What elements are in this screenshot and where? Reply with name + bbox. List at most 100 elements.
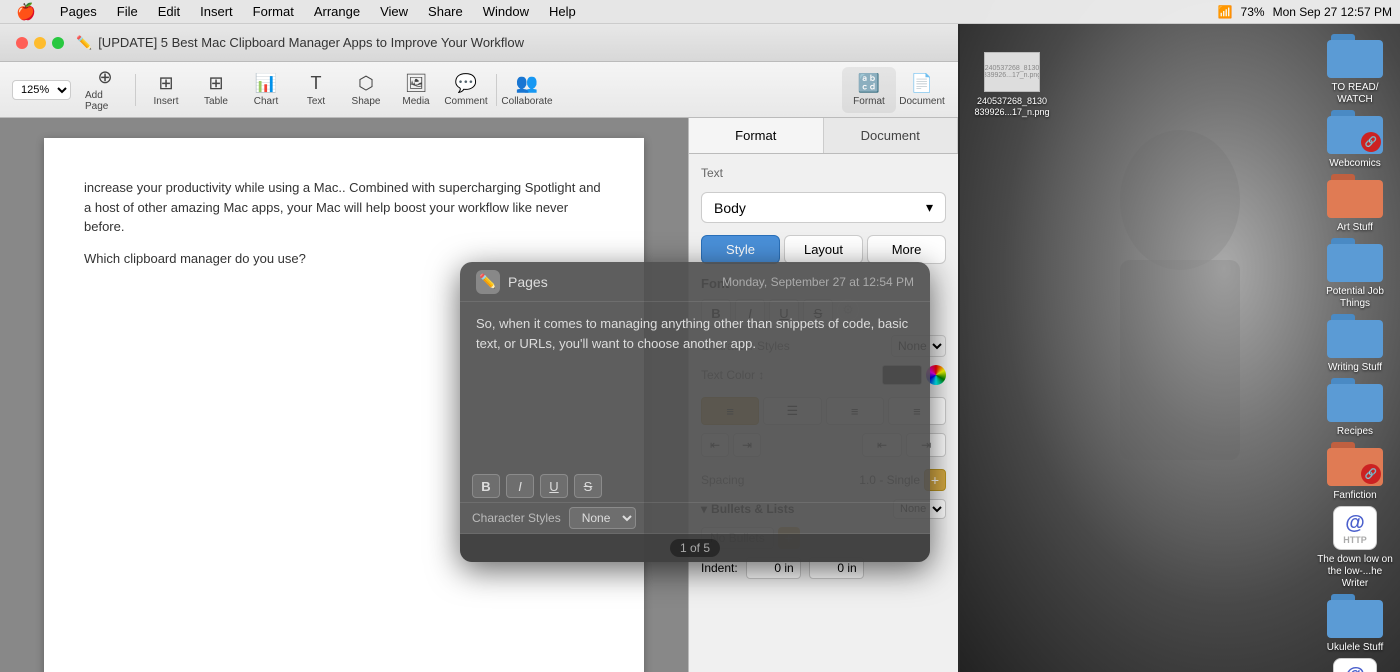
menubar: 🍎 Pages File Edit Insert Format Arrange … xyxy=(0,0,1400,24)
format-icon: 🔡 xyxy=(858,73,880,94)
folder-body xyxy=(1327,600,1383,638)
comment-button[interactable]: 💬 Comment xyxy=(442,67,490,113)
potential-job-things-label: Potential JobThings xyxy=(1326,286,1384,310)
text-button[interactable]: T Text xyxy=(292,67,340,113)
folder-body xyxy=(1327,384,1383,422)
folder-icon-to-read-watch xyxy=(1327,34,1383,78)
text-icon: T xyxy=(311,73,322,94)
folder-icon-fanfiction: 🔗 xyxy=(1327,442,1383,486)
menu-view[interactable]: View xyxy=(372,2,416,21)
popup-bold-button[interactable]: B xyxy=(472,474,500,498)
folder-icon-potential-job-things xyxy=(1327,238,1383,282)
menu-format[interactable]: Format xyxy=(245,2,302,21)
style-dropdown[interactable]: Body ▾ xyxy=(701,192,946,223)
desktop-icon-webcomics[interactable]: 🔗 Webcomics xyxy=(1315,110,1395,170)
folder-body xyxy=(1327,244,1383,282)
media-button[interactable]: 🖼 Media xyxy=(392,67,440,113)
desktop-icon-recipes[interactable]: Recipes xyxy=(1315,378,1395,438)
popup-underline-button[interactable]: U xyxy=(540,474,568,498)
doc-icon: ✏️ xyxy=(76,35,92,51)
writing-stuff-label: Writing Stuff xyxy=(1328,362,1382,374)
insert-button[interactable]: ⊞ Insert xyxy=(142,67,190,113)
insert-icon: ⊞ xyxy=(158,73,173,94)
minimize-button[interactable] xyxy=(34,37,46,49)
menu-help[interactable]: Help xyxy=(541,2,584,21)
page-indicator: 1 of 5 xyxy=(670,539,720,557)
menu-window[interactable]: Window xyxy=(475,2,537,21)
chart-button[interactable]: 📊 Chart xyxy=(242,67,290,113)
zoom-select[interactable]: 125% 100% 75% xyxy=(12,80,71,100)
folder-body xyxy=(1327,40,1383,78)
desktop-icon-image[interactable]: 240537268_8130 839926...17_n.png 2405372… xyxy=(972,52,1052,118)
toolbar-separator-1 xyxy=(135,74,136,106)
shape-icon: ⬡ xyxy=(358,73,374,94)
close-button[interactable] xyxy=(16,37,28,49)
popup-app-name: Pages xyxy=(508,274,548,290)
desktop-icon-to-read-watch[interactable]: TO READ/WATCH xyxy=(1315,34,1395,106)
panel-tabs: Format Document xyxy=(689,118,958,154)
apple-menu[interactable]: 🍎 xyxy=(8,0,44,24)
desktop-icons-left: 240537268_8130 839926...17_n.png 2405372… xyxy=(962,44,1062,126)
to-read-watch-label: TO READ/WATCH xyxy=(1331,82,1378,106)
chart-icon: 📊 xyxy=(255,73,277,94)
folder-body xyxy=(1327,180,1383,218)
shape-button[interactable]: ⬡ Shape xyxy=(342,67,390,113)
zoom-control: 125% 100% 75% xyxy=(12,80,71,100)
popup-app-icon: ✏️ xyxy=(476,270,500,294)
menu-insert[interactable]: Insert xyxy=(192,2,241,21)
desktop-icon-down-low-writer[interactable]: @ HTTP The down low on the low-...he Wri… xyxy=(1315,506,1395,590)
http-icon-down-low-writer: @ HTTP xyxy=(1333,506,1377,550)
tab-document[interactable]: Document xyxy=(824,118,959,153)
battery-level: 73% xyxy=(1241,5,1265,19)
style-tab-button[interactable]: Style xyxy=(701,235,780,264)
comment-icon: 💬 xyxy=(455,73,477,94)
popup-char-styles-select[interactable]: None xyxy=(569,507,636,529)
menu-edit[interactable]: Edit xyxy=(150,2,188,21)
menu-arrange[interactable]: Arrange xyxy=(306,2,368,21)
datetime: Mon Sep 27 12:57 PM xyxy=(1273,5,1392,19)
recipes-label: Recipes xyxy=(1337,426,1373,438)
ukulele-stuff-label: Ukulele Stuff xyxy=(1327,642,1384,654)
desktop-icon-ukulele-stuff[interactable]: Ukulele Stuff xyxy=(1315,594,1395,654)
menu-share[interactable]: Share xyxy=(420,2,471,21)
popup-date: Monday, September 27 at 12:54 PM xyxy=(722,275,914,289)
menu-pages[interactable]: Pages xyxy=(52,2,105,21)
table-button[interactable]: ⊞ Table xyxy=(192,67,240,113)
add-page-button[interactable]: ⊕ Add Page xyxy=(81,67,129,113)
menu-file[interactable]: File xyxy=(109,2,146,21)
desktop-icon-awp-guide[interactable]: @ HTTP AWP- Guide to Writing Programs xyxy=(1315,658,1395,672)
document-icon: 📄 xyxy=(911,73,933,94)
layout-tab-button[interactable]: Layout xyxy=(784,235,863,264)
window-title: ✏️ [UPDATE] 5 Best Mac Clipboard Manager… xyxy=(76,35,524,51)
art-stuff-label: Art Stuff xyxy=(1337,222,1373,234)
folder-icon-ukulele-stuff xyxy=(1327,594,1383,638)
desktop-icon-potential-job-things[interactable]: Potential JobThings xyxy=(1315,238,1395,310)
image-icon-label: 240537268_8130839926...17_n.png xyxy=(974,96,1049,118)
popup-footer: 1 of 5 xyxy=(460,534,930,562)
document-panel-button[interactable]: 📄 Document xyxy=(898,67,946,113)
table-icon: ⊞ xyxy=(208,73,223,94)
tab-format[interactable]: Format xyxy=(689,118,824,153)
webcomics-label: Webcomics xyxy=(1329,158,1381,170)
format-panel-button[interactable]: 🔡 Format xyxy=(842,67,896,113)
folder-badge: 🔗 xyxy=(1361,132,1381,152)
desktop-icon-writing-stuff[interactable]: Writing Stuff xyxy=(1315,314,1395,374)
folder-icon-art-stuff xyxy=(1327,174,1383,218)
doc-paragraph-1: increase your productivity while using a… xyxy=(84,178,604,237)
pages-popup: ✏️ Pages Monday, September 27 at 12:54 P… xyxy=(460,262,930,562)
image-thumbnail: 240537268_8130 839926...17_n.png xyxy=(984,52,1040,92)
text-section-title: Text xyxy=(701,166,946,184)
popup-font-bar: B I U S xyxy=(460,470,930,503)
desktop-icon-art-stuff[interactable]: Art Stuff xyxy=(1315,174,1395,234)
popup-italic-button[interactable]: I xyxy=(506,474,534,498)
desktop-icon-fanfiction[interactable]: 🔗 Fanfiction xyxy=(1315,442,1395,502)
traffic-lights xyxy=(16,37,64,49)
http-icon-awp-guide: @ HTTP xyxy=(1333,658,1377,672)
collaborate-button[interactable]: 👥 Collaborate xyxy=(503,67,551,113)
maximize-button[interactable] xyxy=(52,37,64,49)
folder-icon-webcomics: 🔗 xyxy=(1327,110,1383,154)
more-tab-button[interactable]: More xyxy=(867,235,946,264)
popup-content: So, when it comes to managing anything o… xyxy=(460,302,930,470)
popup-strikethrough-button[interactable]: S xyxy=(574,474,602,498)
media-icon: 🖼 xyxy=(405,73,428,94)
